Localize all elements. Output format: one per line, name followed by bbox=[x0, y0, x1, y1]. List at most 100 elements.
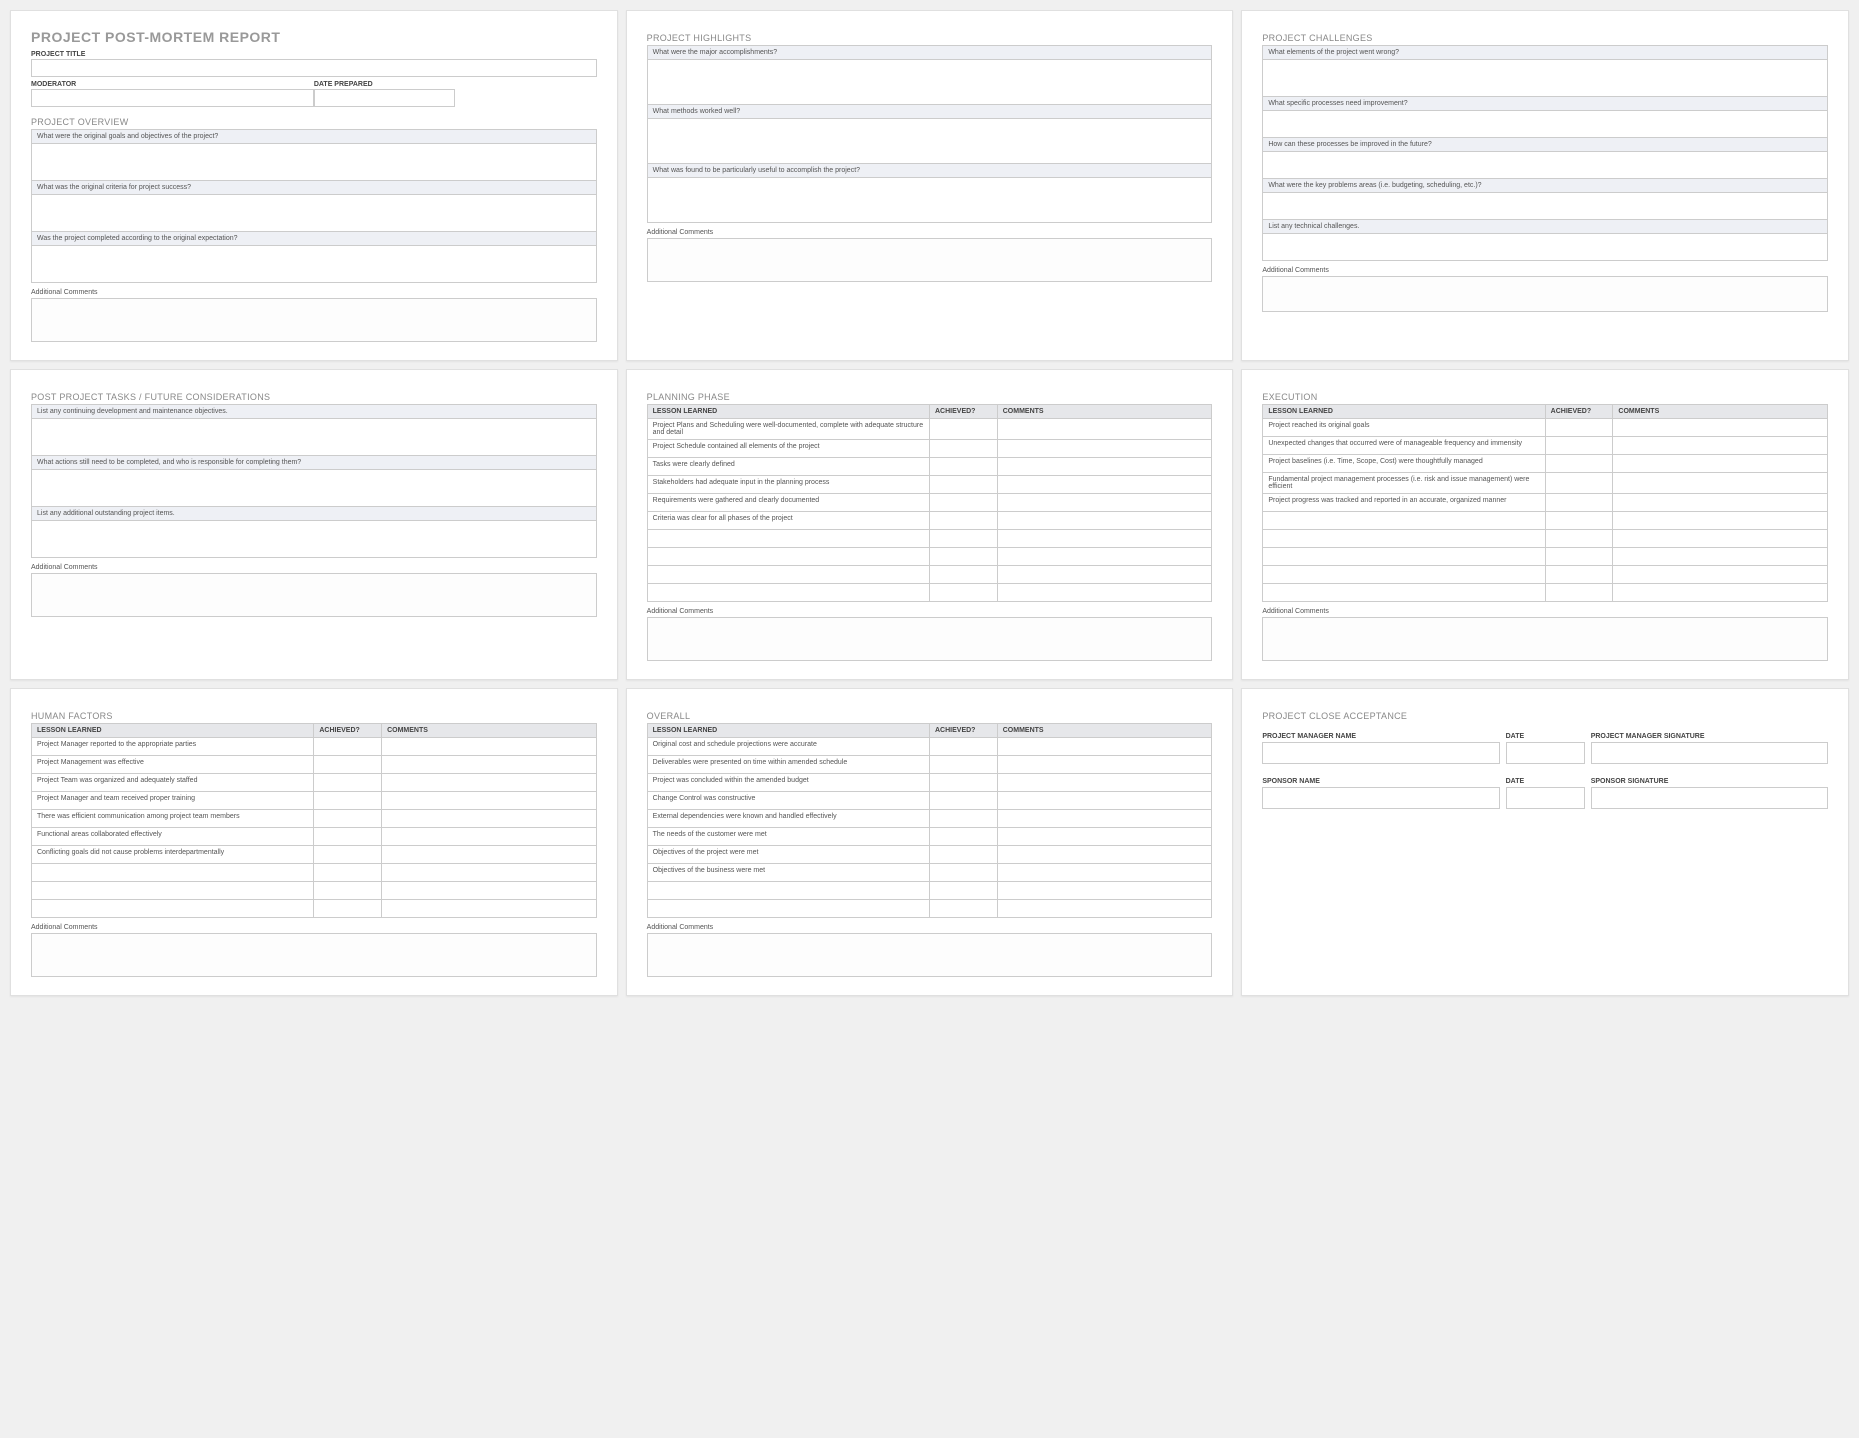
comments-cell[interactable] bbox=[382, 792, 597, 810]
project-title-input[interactable] bbox=[31, 59, 597, 77]
comments-cell[interactable] bbox=[1613, 566, 1828, 584]
comments-cell[interactable] bbox=[997, 846, 1212, 864]
achieved-cell[interactable] bbox=[1545, 455, 1613, 473]
achieved-cell[interactable] bbox=[1545, 584, 1613, 602]
achieved-cell[interactable] bbox=[930, 810, 998, 828]
challenges-q5-input[interactable] bbox=[1263, 234, 1827, 260]
achieved-cell[interactable] bbox=[314, 738, 382, 756]
overview-q1-input[interactable] bbox=[32, 144, 596, 180]
achieved-cell[interactable] bbox=[1545, 548, 1613, 566]
achieved-cell[interactable] bbox=[930, 774, 998, 792]
achieved-cell[interactable] bbox=[930, 458, 998, 476]
achieved-cell[interactable] bbox=[930, 756, 998, 774]
postproject-comments-input[interactable] bbox=[31, 573, 597, 617]
comments-cell[interactable] bbox=[1613, 512, 1828, 530]
achieved-cell[interactable] bbox=[930, 738, 998, 756]
pm-name-input[interactable] bbox=[1262, 742, 1499, 764]
comments-cell[interactable] bbox=[997, 566, 1212, 584]
achieved-cell[interactable] bbox=[930, 584, 998, 602]
challenges-q3-input[interactable] bbox=[1263, 152, 1827, 178]
comments-cell[interactable] bbox=[997, 458, 1212, 476]
comments-cell[interactable] bbox=[382, 846, 597, 864]
achieved-cell[interactable] bbox=[930, 530, 998, 548]
comments-cell[interactable] bbox=[997, 792, 1212, 810]
comments-cell[interactable] bbox=[1613, 437, 1828, 455]
achieved-cell[interactable] bbox=[1545, 566, 1613, 584]
achieved-cell[interactable] bbox=[1545, 494, 1613, 512]
execution-comments-input[interactable] bbox=[1262, 617, 1828, 661]
achieved-cell[interactable] bbox=[1545, 437, 1613, 455]
comments-cell[interactable] bbox=[997, 828, 1212, 846]
comments-cell[interactable] bbox=[1613, 584, 1828, 602]
highlights-q1-input[interactable] bbox=[648, 60, 1212, 104]
overview-q3-input[interactable] bbox=[32, 246, 596, 282]
moderator-input[interactable] bbox=[31, 89, 314, 107]
challenges-comments-input[interactable] bbox=[1262, 276, 1828, 312]
date-prepared-input[interactable] bbox=[314, 89, 455, 107]
comments-cell[interactable] bbox=[997, 738, 1212, 756]
comments-cell[interactable] bbox=[382, 810, 597, 828]
comments-cell[interactable] bbox=[1613, 473, 1828, 494]
achieved-cell[interactable] bbox=[930, 419, 998, 440]
achieved-cell[interactable] bbox=[314, 756, 382, 774]
comments-cell[interactable] bbox=[997, 756, 1212, 774]
comments-cell[interactable] bbox=[1613, 548, 1828, 566]
human-comments-input[interactable] bbox=[31, 933, 597, 977]
comments-cell[interactable] bbox=[997, 548, 1212, 566]
highlights-q2-input[interactable] bbox=[648, 119, 1212, 163]
achieved-cell[interactable] bbox=[930, 476, 998, 494]
pm-sig-input[interactable] bbox=[1591, 742, 1828, 764]
sponsor-name-input[interactable] bbox=[1262, 787, 1499, 809]
comments-cell[interactable] bbox=[1613, 455, 1828, 473]
challenges-q2-input[interactable] bbox=[1263, 111, 1827, 137]
comments-cell[interactable] bbox=[382, 774, 597, 792]
comments-cell[interactable] bbox=[382, 864, 597, 882]
achieved-cell[interactable] bbox=[1545, 530, 1613, 548]
comments-cell[interactable] bbox=[997, 882, 1212, 900]
overview-comments-input[interactable] bbox=[31, 298, 597, 342]
comments-cell[interactable] bbox=[997, 530, 1212, 548]
comments-cell[interactable] bbox=[382, 738, 597, 756]
pm-date-input[interactable] bbox=[1506, 742, 1585, 764]
comments-cell[interactable] bbox=[997, 512, 1212, 530]
comments-cell[interactable] bbox=[1613, 419, 1828, 437]
achieved-cell[interactable] bbox=[930, 512, 998, 530]
comments-cell[interactable] bbox=[382, 756, 597, 774]
comments-cell[interactable] bbox=[997, 864, 1212, 882]
achieved-cell[interactable] bbox=[930, 566, 998, 584]
comments-cell[interactable] bbox=[997, 900, 1212, 918]
achieved-cell[interactable] bbox=[930, 494, 998, 512]
achieved-cell[interactable] bbox=[930, 864, 998, 882]
achieved-cell[interactable] bbox=[930, 548, 998, 566]
achieved-cell[interactable] bbox=[930, 792, 998, 810]
achieved-cell[interactable] bbox=[930, 882, 998, 900]
highlights-q3-input[interactable] bbox=[648, 178, 1212, 222]
achieved-cell[interactable] bbox=[930, 846, 998, 864]
overview-q2-input[interactable] bbox=[32, 195, 596, 231]
achieved-cell[interactable] bbox=[314, 900, 382, 918]
achieved-cell[interactable] bbox=[314, 774, 382, 792]
comments-cell[interactable] bbox=[1613, 494, 1828, 512]
achieved-cell[interactable] bbox=[1545, 473, 1613, 494]
comments-cell[interactable] bbox=[1613, 530, 1828, 548]
postproject-q2-input[interactable] bbox=[32, 470, 596, 506]
highlights-comments-input[interactable] bbox=[647, 238, 1213, 282]
comments-cell[interactable] bbox=[997, 419, 1212, 440]
comments-cell[interactable] bbox=[997, 774, 1212, 792]
postproject-q3-input[interactable] bbox=[32, 521, 596, 557]
planning-comments-input[interactable] bbox=[647, 617, 1213, 661]
achieved-cell[interactable] bbox=[930, 900, 998, 918]
challenges-q4-input[interactable] bbox=[1263, 193, 1827, 219]
comments-cell[interactable] bbox=[997, 584, 1212, 602]
achieved-cell[interactable] bbox=[930, 440, 998, 458]
achieved-cell[interactable] bbox=[314, 846, 382, 864]
comments-cell[interactable] bbox=[382, 882, 597, 900]
achieved-cell[interactable] bbox=[314, 792, 382, 810]
achieved-cell[interactable] bbox=[314, 810, 382, 828]
postproject-q1-input[interactable] bbox=[32, 419, 596, 455]
comments-cell[interactable] bbox=[382, 828, 597, 846]
comments-cell[interactable] bbox=[997, 476, 1212, 494]
comments-cell[interactable] bbox=[997, 440, 1212, 458]
achieved-cell[interactable] bbox=[1545, 512, 1613, 530]
sponsor-sig-input[interactable] bbox=[1591, 787, 1828, 809]
